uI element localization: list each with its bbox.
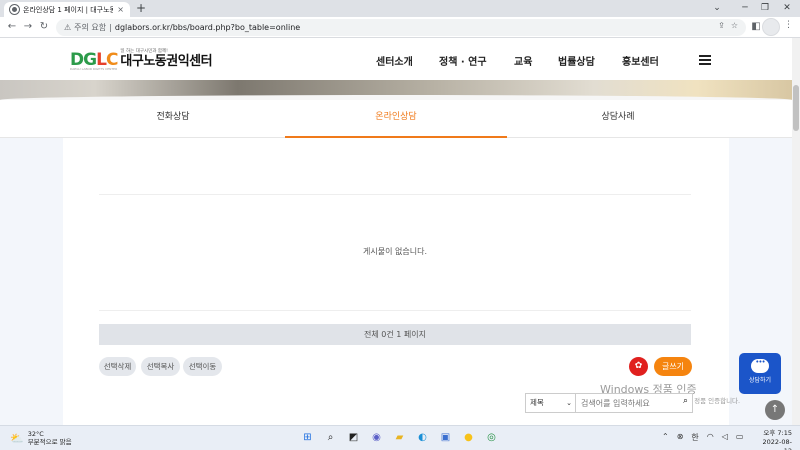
- scroll-top-arrow-icon[interactable]: ↑: [765, 400, 785, 420]
- weather-text: 32°C 부분적으로 맑음: [28, 430, 72, 446]
- nav-item-legal-consult[interactable]: 법률상담: [558, 53, 595, 68]
- write-button[interactable]: 글쓰기: [654, 357, 692, 376]
- browser-tab-active[interactable]: 온라인상담 1 페이지 | 대구노동 ×: [4, 2, 130, 17]
- search-box: ⌕: [576, 393, 693, 413]
- tab-close-icon[interactable]: ×: [117, 5, 124, 14]
- close-window-button[interactable]: ✕: [772, 0, 800, 17]
- tab-consult-cases[interactable]: 상담사례: [507, 100, 729, 138]
- page-scrollbar[interactable]: [792, 38, 800, 425]
- store-app-icon[interactable]: ▣: [437, 429, 454, 446]
- reload-button[interactable]: ↻: [36, 19, 52, 35]
- weather-description: 부분적으로 맑음: [27, 438, 72, 446]
- battery-icon[interactable]: ▭: [736, 432, 744, 443]
- search-field-value: 제목: [530, 398, 544, 407]
- nav-item-promotion[interactable]: 홍보센터: [622, 53, 659, 68]
- tab-search-icon[interactable]: ⌄: [702, 0, 732, 17]
- nav-item-education[interactable]: 교육: [514, 53, 532, 68]
- search-field-select[interactable]: 제목 ⌄: [525, 393, 576, 413]
- tray-app-icon[interactable]: ⊗: [677, 432, 684, 443]
- browser-toolbar: ← → ↻ ⚠ 주의 요함 | dglabors.or.kr/bbs/board…: [0, 17, 800, 38]
- address-bar[interactable]: ⚠ 주의 요함 | dglabors.or.kr/bbs/board.php?b…: [56, 19, 746, 36]
- tab-online-consult[interactable]: 온라인상담: [285, 100, 507, 138]
- volume-icon[interactable]: ◁: [722, 432, 728, 443]
- scrollbar-thumb[interactable]: [793, 85, 799, 131]
- move-selected-button[interactable]: 선택이동: [183, 357, 222, 376]
- sub-tabs: 전화상담 온라인상담 상담사례: [0, 100, 792, 138]
- security-label: 주의 요함: [74, 23, 107, 32]
- share-icon[interactable]: ⇪: [718, 21, 725, 30]
- warning-icon: ⚠: [64, 23, 72, 32]
- site-logo[interactable]: DGLC 일 하는 대구시민과 함께! 대구노동권익센터: [70, 49, 213, 69]
- consult-label: 상담하기: [748, 377, 772, 384]
- chat-app-icon[interactable]: ◉: [368, 429, 385, 446]
- file-explorer-icon[interactable]: ▰: [391, 429, 408, 446]
- wifi-icon[interactable]: ◠: [707, 432, 714, 443]
- weather-widget[interactable]: ⛅ 32°C 부분적으로 맑음: [10, 430, 72, 446]
- edge-browser-icon[interactable]: ◐: [414, 429, 431, 446]
- tab-title: 온라인상담 1 페이지 | 대구노동: [23, 5, 114, 14]
- search-icon[interactable]: ⌕: [683, 396, 688, 406]
- nav-item-policy-research[interactable]: 정책 · 연구: [439, 53, 487, 68]
- copy-selected-button[interactable]: 선택복사: [141, 357, 180, 376]
- omnibox-actions: ⇪ ☆: [718, 21, 738, 30]
- tab-phone-consult[interactable]: 전화상담: [62, 100, 284, 138]
- taskbar-apps: ⊞ ⌕ ◩ ◉ ▰ ◐ ▣ ● ◎: [299, 429, 500, 446]
- browser-menu-icon[interactable]: ⋮: [784, 20, 793, 30]
- logo-text: 일 하는 대구시민과 함께! 대구노동권익센터: [120, 49, 212, 69]
- bookmark-star-icon[interactable]: ☆: [731, 21, 738, 30]
- chevron-down-icon: ⌄: [566, 399, 572, 407]
- omnibox-divider: |: [109, 23, 112, 32]
- admin-gear-icon[interactable]: ✿: [629, 357, 648, 376]
- hamburger-menu-icon[interactable]: [699, 55, 711, 65]
- consult-floating-button[interactable]: 상담하기: [739, 353, 781, 394]
- search-input[interactable]: [576, 394, 672, 412]
- chrome-icon[interactable]: ◎: [483, 429, 500, 446]
- weather-temperature: 32°C: [27, 430, 44, 438]
- site-header: DGLC 일 하는 대구시민과 함께! 대구노동권익센터 DAEGU LABOR…: [0, 38, 792, 80]
- url-text: dglabors.or.kr/bbs/board.php?bo_table=on…: [114, 23, 301, 32]
- page-info-bar: 전체 0건 1 페이지: [99, 324, 691, 345]
- tray-expand-chevron-icon[interactable]: ⌃: [662, 432, 669, 443]
- forward-button[interactable]: →: [20, 19, 36, 35]
- task-view-icon[interactable]: ◩: [345, 429, 362, 446]
- clock-date: 2022-08-12: [762, 438, 792, 450]
- empty-message: 게시물이 없습니다.: [363, 247, 427, 256]
- logo-name: 대구노동권익센터: [120, 54, 213, 69]
- search-taskbar-icon[interactable]: ⌕: [322, 429, 339, 446]
- back-button[interactable]: ←: [4, 19, 20, 35]
- hero-banner: [0, 80, 792, 100]
- browser-tabstrip: 온라인상담 1 페이지 | 대구노동 × + ⌄ ─ ❐ ✕: [0, 0, 800, 17]
- system-tray: ⌃ ⊗ 한 ◠ ◁ ▭: [662, 432, 743, 443]
- nav-item-center-intro[interactable]: 센터소개: [376, 53, 413, 68]
- ime-indicator[interactable]: 한: [691, 432, 698, 443]
- windows-start-icon[interactable]: ⊞: [299, 429, 316, 446]
- partly-sunny-icon: ⛅: [10, 431, 24, 445]
- kakaotalk-icon[interactable]: ●: [460, 429, 477, 446]
- chat-bubble-icon: [751, 358, 769, 373]
- profile-avatar[interactable]: [762, 18, 780, 36]
- logo-subtitle: DAEGU LABOR RIGHTS CENTER: [70, 67, 118, 71]
- board-list: 게시물이 없습니다.: [99, 194, 691, 311]
- delete-selected-button[interactable]: 선택삭제: [99, 357, 136, 376]
- new-tab-button[interactable]: +: [134, 1, 148, 15]
- globe-icon: [10, 5, 19, 14]
- windows-taskbar: ⛅ 32°C 부분적으로 맑음 ⊞ ⌕ ◩ ◉ ▰ ◐ ▣ ● ◎ ⌃ ⊗ 한 …: [0, 425, 800, 450]
- clock-time: 오후 7:15: [763, 429, 792, 437]
- system-clock[interactable]: 오후 7:15 2022-08-12: [758, 429, 792, 450]
